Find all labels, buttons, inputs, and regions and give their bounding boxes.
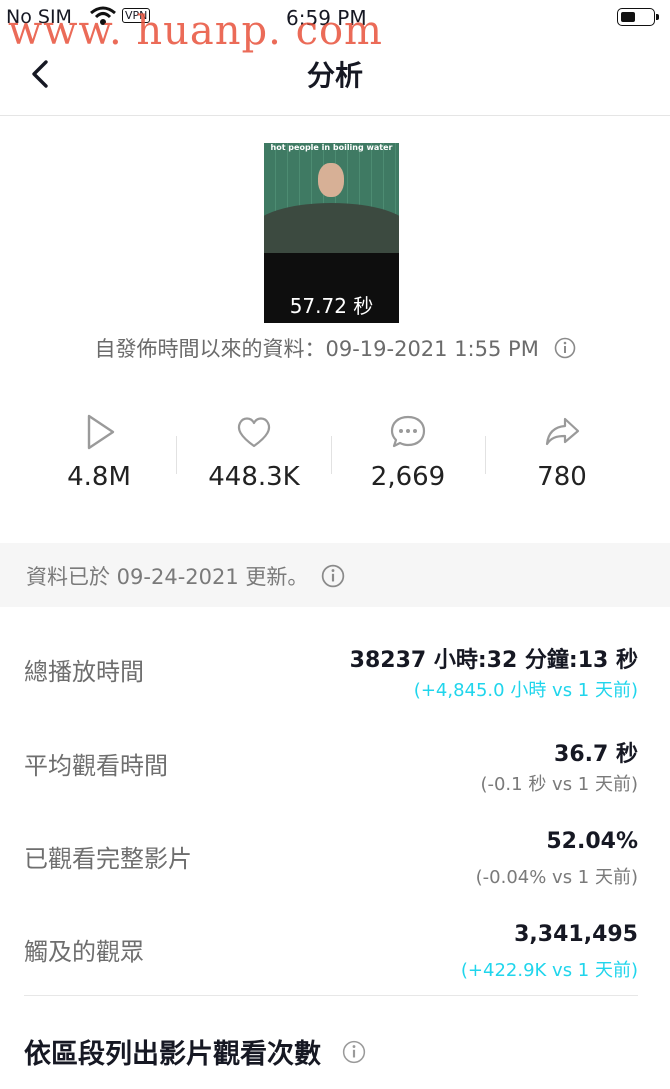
section-divider [24,995,638,996]
stat-comments: 2,669 [331,410,485,492]
heart-icon [177,410,331,454]
share-icon [485,410,639,454]
metric-label: 平均觀看時間 [24,752,168,780]
published-text: 自發佈時間以來的資料：09-19-2021 1:55 PM [94,337,539,361]
metric-row-watched-full-video: 已觀看完整影片 52.04% (-0.04% vs 1 天前) [0,817,670,907]
updated-info: 資料已於 09-24-2021 更新。 [26,561,345,593]
metric-row-reached-audience: 觸及的觀眾 3,341,495 (+422.9K vs 1 天前) [0,910,670,1000]
shares-count: 780 [537,462,587,492]
metric-row-total-play-time: 總播放時間 38237 小時:32 分鐘:13 秒 (+4,845.0 小時 v… [0,630,670,720]
stat-likes: 448.3K [177,410,331,492]
updated-text: 資料已於 09-24-2021 更新。 [26,565,309,589]
metric-delta: (+422.9K vs 1 天前) [460,960,638,981]
comments-count: 2,669 [370,462,446,492]
published-info: 自發佈時間以來的資料：09-19-2021 1:55 PM [0,333,670,364]
video-thumbnail[interactable]: hot people in boiling water 57.72 秒 [264,143,399,323]
metric-label: 觸及的觀眾 [24,938,144,966]
thumbnail-person [318,163,344,197]
metric-delta: (-0.04% vs 1 天前) [475,867,638,888]
play-icon [22,410,176,454]
section-heading: 依區段列出影片觀看次數 [24,1032,366,1071]
metric-label: 總播放時間 [24,658,144,686]
section-title: 依區段列出影片觀看次數 [24,1039,321,1070]
metric-value: 52.04% [546,829,638,854]
metric-value: 36.7 秒 [554,742,638,767]
likes-count: 448.3K [208,462,300,492]
info-icon[interactable] [321,564,345,593]
metric-value: 3,341,495 [514,922,638,947]
watermark: www. huanp. com [8,8,383,54]
metric-delta: (-0.1 秒 vs 1 天前) [480,774,638,795]
header-divider [0,115,670,116]
metric-delta: (+4,845.0 小時 vs 1 天前) [413,680,638,701]
comment-icon [331,410,485,454]
thumbnail-caption: hot people in boiling water [270,143,393,152]
stat-views: 4.8M [22,410,176,492]
info-icon[interactable] [554,337,576,364]
metric-label: 已觀看完整影片 [24,845,192,873]
thumbnail-tub [264,203,399,253]
metric-row-average-watch-time: 平均觀看時間 36.7 秒 (-0.1 秒 vs 1 天前) [0,724,670,814]
views-count: 4.8M [67,462,131,492]
metric-value: 38237 小時:32 分鐘:13 秒 [349,648,638,673]
info-icon[interactable] [342,1040,366,1071]
updated-banner: 資料已於 09-24-2021 更新。 [0,543,670,607]
battery-icon [617,8,659,26]
stat-shares: 780 [485,410,639,492]
page-title: 分析 [306,59,363,92]
video-duration: 57.72 秒 [289,294,374,318]
